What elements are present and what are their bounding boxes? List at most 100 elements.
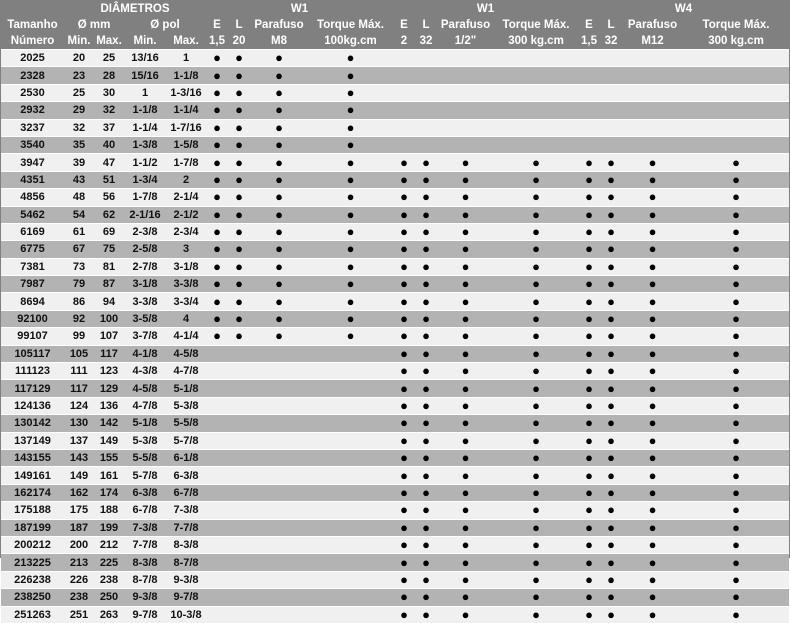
- empty-cell: [683, 101, 789, 120]
- table-row: 92100 92 100 3-5/8 4 ● ● ● ● ● ● ● ● ● ● ● ●: [1, 309, 789, 328]
- cell-size: 213225: [1, 553, 64, 572]
- cell-size: 7381: [1, 257, 64, 276]
- empty-cell: [250, 466, 308, 485]
- dot-icon: ●: [683, 570, 789, 589]
- dot-icon: ●: [437, 518, 494, 537]
- dot-icon: ●: [494, 535, 578, 554]
- dot-icon: ●: [622, 240, 683, 259]
- empty-cell: [308, 518, 393, 537]
- dot-icon: ●: [308, 309, 393, 328]
- dot-icon: ●: [250, 292, 308, 311]
- cell-size: 2530: [1, 83, 64, 102]
- cell-pol-max: 3-3/4: [166, 292, 206, 311]
- cell-pol-min: 3-1/8: [124, 275, 166, 293]
- dot-icon: ●: [393, 327, 415, 346]
- empty-cell: [250, 448, 308, 467]
- cell-mm-max: 40: [94, 135, 124, 154]
- header-pol: Ø pol: [124, 17, 206, 33]
- cell-mm-min: 32: [64, 118, 94, 137]
- dot-icon: ●: [600, 292, 622, 311]
- cell-size: 137149: [1, 431, 64, 450]
- dot-icon: ●: [415, 275, 437, 293]
- cell-pol-min: 3-5/8: [124, 309, 166, 328]
- dot-icon: ●: [683, 379, 789, 398]
- dot-icon: ●: [494, 414, 578, 433]
- cell-size: 111123: [1, 362, 64, 380]
- empty-cell: [308, 414, 393, 433]
- empty-cell: [494, 118, 578, 137]
- dot-icon: ●: [494, 205, 578, 224]
- cell-pol-min: 4-1/8: [124, 344, 166, 363]
- table-row: 124136 124 136 4-7/8 5-3/8 ● ● ● ● ● ● ● ●: [1, 396, 789, 415]
- empty-cell: [600, 48, 622, 67]
- dot-icon: ●: [683, 205, 789, 224]
- header-g2-e: E: [393, 17, 415, 33]
- empty-cell: [622, 135, 683, 154]
- dot-icon: ●: [683, 240, 789, 259]
- dot-icon: ●: [206, 275, 228, 293]
- cell-pol-max: 4: [166, 309, 206, 328]
- header-g2-torque-val: 300 kg.cm: [494, 33, 578, 50]
- dot-icon: ●: [600, 588, 622, 606]
- dot-icon: ●: [393, 431, 415, 450]
- table-row: 137149 137 149 5-3/8 5-7/8 ● ● ● ● ● ● ● ●: [1, 431, 789, 450]
- dot-icon: ●: [494, 431, 578, 450]
- dot-icon: ●: [622, 205, 683, 224]
- dot-icon: ●: [308, 240, 393, 259]
- cell-size: 5462: [1, 205, 64, 224]
- dot-icon: ●: [622, 605, 683, 623]
- cell-pol-min: 8-3/8: [124, 553, 166, 572]
- dot-icon: ●: [415, 379, 437, 398]
- empty-cell: [600, 135, 622, 154]
- dot-icon: ●: [437, 414, 494, 433]
- empty-cell: [228, 518, 250, 537]
- cell-pol-min: 3-7/8: [124, 327, 166, 346]
- dot-icon: ●: [393, 448, 415, 467]
- cell-mm-max: 188: [94, 501, 124, 520]
- dot-icon: ●: [228, 153, 250, 172]
- cell-size: 4856: [1, 188, 64, 207]
- dot-icon: ●: [600, 344, 622, 363]
- empty-cell: [683, 83, 789, 102]
- empty-cell: [308, 362, 393, 380]
- dot-icon: ●: [308, 118, 393, 137]
- dot-icon: ●: [683, 257, 789, 276]
- dot-icon: ●: [415, 518, 437, 537]
- cell-size: 4351: [1, 170, 64, 189]
- header-diametros: DIÂMETROS: [64, 1, 206, 17]
- cell-mm-max: 47: [94, 153, 124, 172]
- dot-icon: ●: [308, 170, 393, 189]
- empty-cell: [308, 448, 393, 467]
- dot-icon: ●: [228, 292, 250, 311]
- cell-mm-min: 137: [64, 431, 94, 450]
- dot-icon: ●: [578, 153, 600, 172]
- cell-pol-min: 4-7/8: [124, 396, 166, 415]
- dot-icon: ●: [578, 588, 600, 606]
- dot-icon: ●: [250, 188, 308, 207]
- dot-icon: ●: [228, 257, 250, 276]
- header-g1-torque: Torque Máx.: [308, 17, 393, 33]
- dot-icon: ●: [600, 535, 622, 554]
- dot-icon: ●: [622, 362, 683, 380]
- empty-cell: [622, 83, 683, 102]
- empty-cell: [600, 101, 622, 120]
- empty-cell: [308, 605, 393, 623]
- cell-pol-min: 1-1/8: [124, 101, 166, 120]
- cell-mm-min: 124: [64, 396, 94, 415]
- empty-cell: [393, 83, 415, 102]
- table-row: 2530 25 30 1 1-3/16 ● ● ● ●: [1, 83, 789, 102]
- header-g1-e: E: [206, 17, 228, 33]
- dot-icon: ●: [683, 327, 789, 346]
- header-g2-l-val: 32: [415, 33, 437, 50]
- header-pol-max: Max.: [166, 33, 206, 50]
- dot-icon: ●: [437, 588, 494, 606]
- table-row: 99107 99 107 3-7/8 4-1/4 ● ● ● ● ● ● ● ● ● ● ● ●: [1, 327, 789, 346]
- dot-icon: ●: [622, 292, 683, 311]
- dot-icon: ●: [250, 257, 308, 276]
- cell-mm-min: 143: [64, 448, 94, 467]
- cell-pol-max: 6-7/8: [166, 483, 206, 502]
- dot-icon: ●: [415, 257, 437, 276]
- cell-pol-min: 4-3/8: [124, 362, 166, 380]
- empty-cell: [250, 553, 308, 572]
- dot-icon: ●: [683, 605, 789, 623]
